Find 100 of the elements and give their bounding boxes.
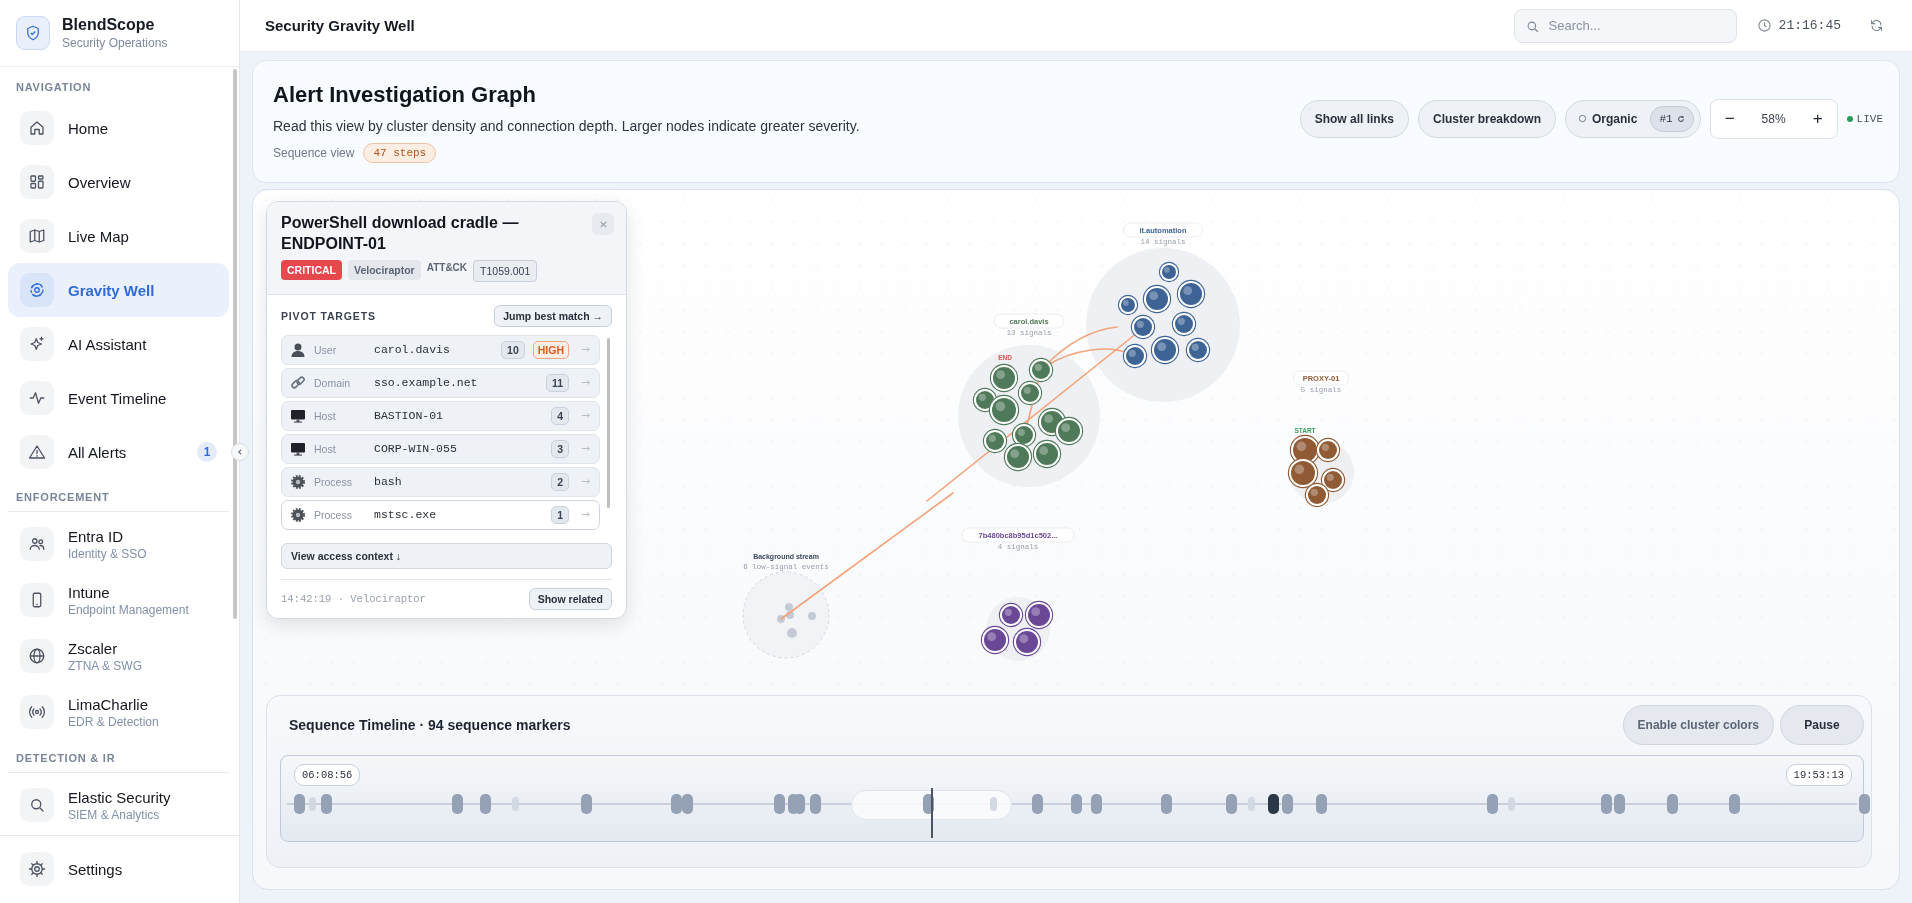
pivot-row[interactable]: Host CORP-WIN-055 3 (281, 433, 600, 464)
zoom-in-button[interactable]: + (1802, 102, 1833, 135)
scrollbar[interactable] (233, 69, 237, 619)
graph-node[interactable] (1054, 416, 1084, 446)
show-related-button[interactable]: Show related (528, 587, 612, 610)
graph-node[interactable] (1171, 311, 1197, 337)
graph-node[interactable] (989, 363, 1019, 393)
graph-node[interactable] (1012, 627, 1042, 657)
scrollbar[interactable] (607, 337, 610, 508)
sequence-marker[interactable] (1248, 797, 1255, 811)
zoom-out-button[interactable]: − (1714, 102, 1745, 135)
nav-item[interactable]: All Alerts 1 (8, 425, 229, 479)
graph-node[interactable] (1028, 357, 1054, 383)
pivot-row[interactable]: Process bash 2 (281, 466, 600, 497)
target-value: BASTION-01 (374, 409, 444, 423)
graph-node[interactable] (777, 615, 785, 623)
nav-item[interactable]: Entra ID Identity & SSO (8, 516, 229, 572)
sequence-marker[interactable] (810, 794, 821, 814)
close-button[interactable] (592, 213, 614, 235)
graph-node[interactable] (998, 602, 1024, 628)
graph-node[interactable] (787, 628, 797, 638)
sequence-marker[interactable] (1508, 797, 1515, 811)
pivot-row[interactable]: Domain sso.example.net 11 (281, 367, 600, 398)
nav-item[interactable]: Live Map (8, 209, 229, 263)
sequence-marker[interactable] (1487, 794, 1498, 814)
graph-node[interactable] (982, 428, 1008, 454)
sequence-marker[interactable] (682, 794, 693, 814)
circle-icon (1578, 114, 1588, 123)
graph-node[interactable] (1142, 284, 1172, 314)
graph-node[interactable] (1287, 457, 1319, 489)
jump-button[interactable]: Jump best match → (494, 304, 612, 327)
graph-node[interactable] (1024, 600, 1054, 630)
sequence-marker[interactable] (1091, 794, 1102, 814)
nav-item[interactable]: Intune Endpoint Management (8, 572, 229, 628)
graph-node[interactable] (1304, 482, 1330, 508)
sequence-marker[interactable] (1601, 794, 1612, 814)
nav-item[interactable]: Home (8, 101, 229, 155)
sequence-marker[interactable] (990, 797, 997, 811)
layout-cycle-button[interactable]: #1 (1650, 105, 1694, 132)
sequence-marker[interactable] (1667, 794, 1678, 814)
sequence-marker[interactable] (1071, 794, 1082, 814)
time-chip: 19:53:13 (1785, 764, 1852, 786)
graph-node[interactable] (808, 612, 816, 620)
graph-node[interactable] (1158, 261, 1180, 283)
settings-item[interactable]: Settings (8, 842, 229, 896)
arrow-icon (581, 412, 591, 420)
nav-item[interactable]: Elastic Security SIEM & Analytics (8, 777, 229, 833)
nav-item[interactable]: Zscaler ZTNA & SWG (8, 628, 229, 684)
search-field[interactable]: Search... (1513, 8, 1737, 43)
graph-node[interactable] (1032, 439, 1062, 469)
sequence-marker[interactable] (1614, 794, 1625, 814)
graph-node[interactable] (1122, 343, 1148, 369)
graph-node[interactable] (1315, 437, 1341, 463)
sequence-marker[interactable] (794, 794, 805, 814)
graph-node[interactable] (1117, 294, 1139, 316)
sequence-marker[interactable] (480, 794, 491, 814)
sequence-marker[interactable] (774, 794, 785, 814)
timeline-button[interactable]: Pause (1780, 705, 1864, 745)
graph-node[interactable] (1185, 337, 1211, 363)
graph-node[interactable] (1176, 279, 1206, 309)
sequence-marker[interactable] (1282, 794, 1293, 814)
nav-item[interactable]: AI Assistant (8, 317, 229, 371)
sequence-marker[interactable] (581, 794, 592, 814)
action-button[interactable]: Show all links (1299, 99, 1409, 138)
graph-node[interactable] (786, 611, 794, 619)
sequence-marker[interactable] (294, 794, 305, 814)
sequence-marker[interactable] (1859, 794, 1870, 814)
nav-item[interactable]: LimaCharlie EDR & Detection (8, 684, 229, 740)
sequence-marker[interactable] (1161, 794, 1172, 814)
nav-item[interactable]: Overview (8, 155, 229, 209)
pivot-row[interactable]: Process mstsc.exe 1 (281, 499, 600, 530)
graph-node[interactable] (988, 394, 1020, 426)
graph-node[interactable] (1320, 467, 1346, 493)
graph-node[interactable] (1130, 314, 1156, 340)
nav-item[interactable]: Gravity Well (8, 263, 229, 317)
steps-badge: 47 steps (363, 143, 437, 163)
pivot-row[interactable]: Host BASTION-01 4 (281, 400, 600, 431)
graph-node[interactable] (1150, 335, 1180, 365)
refresh-icon[interactable] (1869, 18, 1884, 33)
timeline-button[interactable]: Enable cluster colors (1622, 705, 1774, 745)
sequence-marker[interactable] (1226, 794, 1237, 814)
sequence-marker[interactable] (309, 797, 316, 811)
pivot-row[interactable]: User carol.davis 10 HIGH (281, 334, 600, 365)
graph-node[interactable] (980, 625, 1010, 655)
collapse-button[interactable] (231, 443, 249, 461)
sequence-marker[interactable] (1729, 794, 1740, 814)
sequence-marker[interactable] (321, 794, 332, 814)
graph-node[interactable] (785, 603, 793, 611)
sequence-marker[interactable] (671, 794, 682, 814)
sequence-marker[interactable] (1268, 794, 1279, 814)
graph-node[interactable] (1003, 442, 1033, 472)
action-button[interactable]: Cluster breakdown (1418, 99, 1557, 138)
sequence-marker[interactable] (512, 797, 519, 811)
sequence-marker[interactable] (1316, 794, 1327, 814)
graph-node[interactable] (1017, 380, 1043, 406)
card-title: Alert Investigation Graph (273, 82, 537, 108)
sequence-marker[interactable] (452, 794, 463, 814)
context-button[interactable]: View access context ↓ (281, 542, 612, 569)
nav-item[interactable]: Event Timeline (8, 371, 229, 425)
sequence-marker[interactable] (1032, 794, 1043, 814)
